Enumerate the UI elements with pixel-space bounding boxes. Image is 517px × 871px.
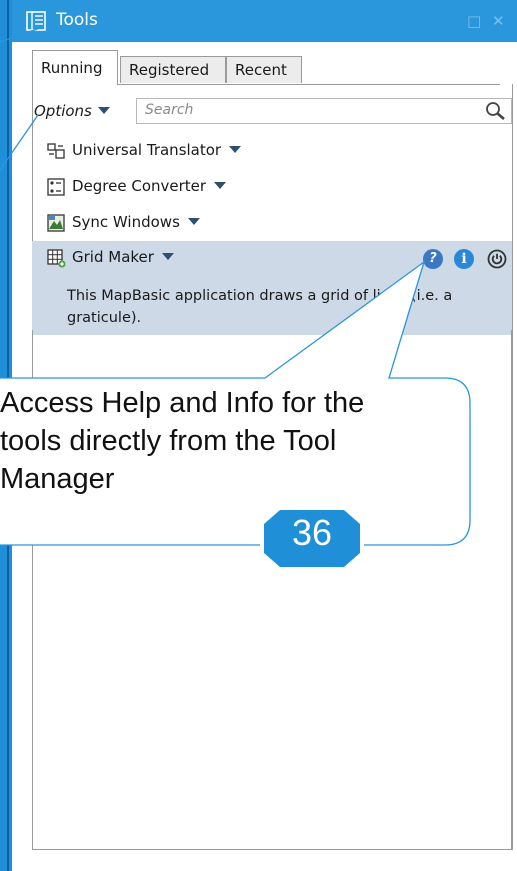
tool-item-sync-windows[interactable]: Sync Windows <box>32 206 512 242</box>
tool-dropdown-icon[interactable] <box>229 146 242 153</box>
grid-maker-icon <box>47 249 66 268</box>
tool-dropdown-icon[interactable] <box>214 182 227 189</box>
tool-item-degree-converter[interactable]: Degree Converter <box>32 170 512 206</box>
help-icon[interactable]: ? <box>423 249 443 269</box>
window-title: Tools <box>56 10 98 30</box>
options-dropdown-icon <box>97 107 110 114</box>
tool-label: Degree Converter <box>72 177 227 195</box>
info-icon[interactable]: i <box>454 249 474 269</box>
page-number-label: 36 <box>291 512 333 553</box>
maximize-icon[interactable]: □ <box>467 12 481 30</box>
title-bar[interactable]: Tools □ ✕ <box>12 0 517 42</box>
translator-icon <box>47 143 65 159</box>
options-menu[interactable]: Options <box>34 102 110 120</box>
tab-registered[interactable]: Registered <box>120 56 226 83</box>
tab-recent[interactable]: Recent <box>226 56 302 83</box>
search-input[interactable] <box>143 101 477 119</box>
tool-dropdown-icon[interactable] <box>161 253 174 260</box>
tool-item-grid-maker[interactable]: Grid Maker ? i This MapBasic application… <box>32 241 512 335</box>
search-box <box>136 98 512 124</box>
search-icon[interactable] <box>485 101 507 121</box>
sync-windows-icon <box>47 214 65 232</box>
degree-converter-icon <box>47 178 65 196</box>
tool-label: Sync Windows <box>72 213 200 231</box>
tool-label: Universal Translator <box>72 141 242 159</box>
power-icon[interactable] <box>487 249 507 269</box>
tools-window-icon <box>26 11 46 31</box>
tool-description: This MapBasic application draws a grid o… <box>67 288 453 326</box>
tool-label: Grid Maker <box>72 248 174 266</box>
callout-text: Access Help and Info for the tools direc… <box>0 387 365 495</box>
tool-dropdown-icon[interactable] <box>187 218 200 225</box>
tool-item-universal-translator[interactable]: Universal Translator <box>32 134 512 170</box>
tab-running[interactable]: Running <box>32 50 118 85</box>
panel-right-border <box>512 84 513 850</box>
close-icon[interactable]: ✕ <box>492 12 505 30</box>
options-label: Options <box>34 102 92 120</box>
